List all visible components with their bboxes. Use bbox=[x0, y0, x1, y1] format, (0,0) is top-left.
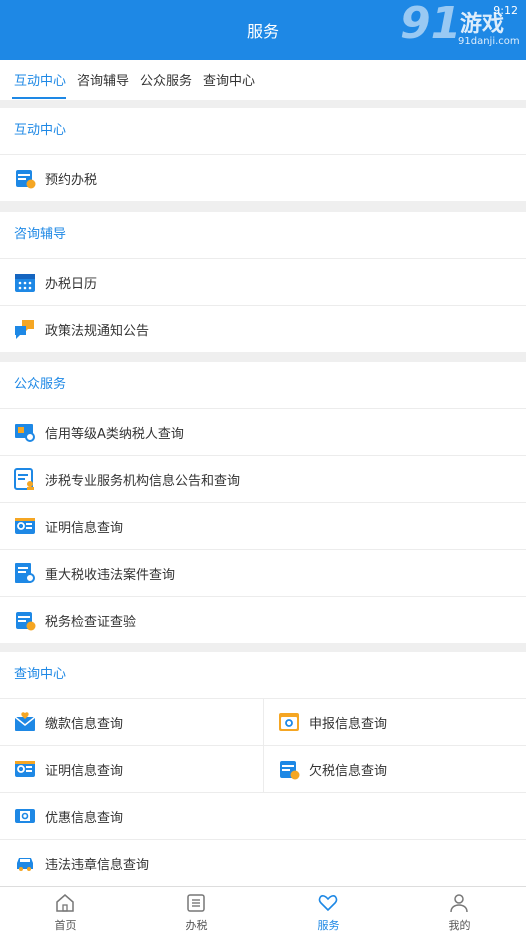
list-item-label: 办税日历 bbox=[45, 277, 98, 292]
list-item-inspection-verify[interactable]: 税务检查证查验 bbox=[0, 597, 526, 643]
heart-icon bbox=[318, 895, 338, 912]
list-icon bbox=[187, 894, 205, 912]
tab-query[interactable]: 查询中心 bbox=[203, 70, 255, 89]
list-item-label: 证明信息查询 bbox=[45, 764, 124, 779]
grid-row: 证明信息查询 欠税信息查询 bbox=[0, 746, 526, 793]
list-item-credit-query[interactable]: 信用等级A类纳税人查询 bbox=[0, 409, 526, 456]
certificate-search-icon bbox=[15, 518, 35, 534]
section-title: 公众服务 bbox=[0, 362, 526, 409]
app-header: 服务 91 游戏 91danji.com 9:12 bbox=[0, 0, 526, 60]
document-person-icon bbox=[14, 468, 34, 490]
list-item-arrears-query[interactable]: 欠税信息查询 bbox=[263, 746, 526, 792]
watermark-91: 91 bbox=[400, 0, 462, 49]
list-item-payment-query[interactable]: 缴款信息查询 bbox=[0, 699, 263, 745]
list-item-violation-query[interactable]: 违法违章信息查询 bbox=[0, 840, 526, 886]
nav-label: 我的 bbox=[448, 919, 471, 932]
list-item-label: 信用等级A类纳税人查询 bbox=[45, 427, 184, 442]
list-item-label: 政策法规通知公告 bbox=[45, 324, 150, 339]
section-interaction: 互动中心 预约办税 bbox=[0, 108, 526, 201]
status-time: 9:12 bbox=[493, 4, 518, 17]
user-icon bbox=[450, 894, 468, 913]
nav-label: 首页 bbox=[54, 919, 77, 932]
nav-tax[interactable]: 办税 bbox=[131, 887, 262, 937]
home-icon bbox=[56, 894, 74, 912]
appointment-icon bbox=[16, 170, 36, 189]
list-item-label: 预约办税 bbox=[45, 173, 98, 188]
list-item-label: 申报信息查询 bbox=[309, 717, 388, 732]
list-item-tax-calendar[interactable]: 办税日历 bbox=[0, 259, 526, 306]
list-item-certificate-query[interactable]: 证明信息查询 bbox=[0, 503, 526, 550]
section-title: 互动中心 bbox=[0, 108, 526, 155]
certificate-search-icon bbox=[15, 761, 35, 777]
list-item-policy-notice[interactable]: 政策法规通知公告 bbox=[0, 306, 526, 352]
list-item-label: 税务检查证查验 bbox=[45, 615, 137, 630]
section-consult: 咨询辅导 办税日历 政策法规通知公告 bbox=[0, 212, 526, 352]
list-item-label: 证明信息查询 bbox=[45, 521, 124, 536]
declaration-search-icon bbox=[279, 713, 299, 731]
list-item-declaration-query[interactable]: 申报信息查询 bbox=[263, 699, 526, 745]
nav-label: 办税 bbox=[185, 919, 208, 932]
list-item-label: 缴款信息查询 bbox=[45, 717, 124, 732]
list-item-label: 重大税收违法案件查询 bbox=[45, 568, 176, 583]
tab-active-indicator bbox=[12, 97, 66, 99]
inspection-icon bbox=[16, 612, 36, 631]
section-public: 公众服务 信用等级A类纳税人查询 涉税专业服务机构信息公告和查询 证明信息查询 bbox=[0, 362, 526, 643]
watermark-url: 91danji.com bbox=[458, 36, 520, 47]
nav-service[interactable]: 服务 bbox=[263, 887, 394, 937]
case-search-icon bbox=[15, 563, 35, 583]
list-item-preferential-query[interactable]: 优惠信息查询 bbox=[0, 793, 526, 840]
tab-public[interactable]: 公众服务 bbox=[140, 70, 192, 89]
car-icon bbox=[17, 858, 33, 871]
list-item-agency-query[interactable]: 涉税专业服务机构信息公告和查询 bbox=[0, 456, 526, 503]
list-item-certificate-info-query[interactable]: 证明信息查询 bbox=[0, 746, 263, 792]
grid-row: 缴款信息查询 申报信息查询 bbox=[0, 699, 526, 746]
section-title: 咨询辅导 bbox=[0, 212, 526, 259]
list-item-appointment[interactable]: 预约办税 bbox=[0, 155, 526, 201]
envelope-heart-icon bbox=[14, 712, 36, 731]
chat-bubble-icon bbox=[15, 320, 34, 339]
list-item-label: 优惠信息查询 bbox=[45, 811, 124, 826]
section-query: 查询中心 缴款信息查询 申报信息查询 证明信息查询 欠税信息查询 优惠信息查询 … bbox=[0, 652, 526, 886]
calendar-icon bbox=[15, 274, 35, 292]
ticket-search-icon bbox=[15, 809, 35, 823]
nav-profile[interactable]: 我的 bbox=[394, 887, 525, 937]
tab-interaction[interactable]: 互动中心 bbox=[14, 70, 66, 89]
bottom-nav: 首页 办税 服务 我的 bbox=[0, 886, 526, 937]
nav-home[interactable]: 首页 bbox=[0, 887, 131, 937]
list-item-label: 涉税专业服务机构信息公告和查询 bbox=[45, 474, 241, 489]
list-item-label: 违法违章信息查询 bbox=[45, 858, 150, 873]
list-item-label: 欠税信息查询 bbox=[309, 764, 388, 779]
list-item-violation-case-query[interactable]: 重大税收违法案件查询 bbox=[0, 550, 526, 597]
section-title: 查询中心 bbox=[0, 652, 526, 699]
credit-search-icon bbox=[15, 424, 35, 442]
tab-bar: 互动中心 咨询辅导 公众服务 查询中心 bbox=[0, 60, 526, 100]
tab-consult[interactable]: 咨询辅导 bbox=[77, 70, 129, 89]
nav-label: 服务 bbox=[317, 919, 340, 932]
arrears-icon bbox=[280, 761, 300, 780]
